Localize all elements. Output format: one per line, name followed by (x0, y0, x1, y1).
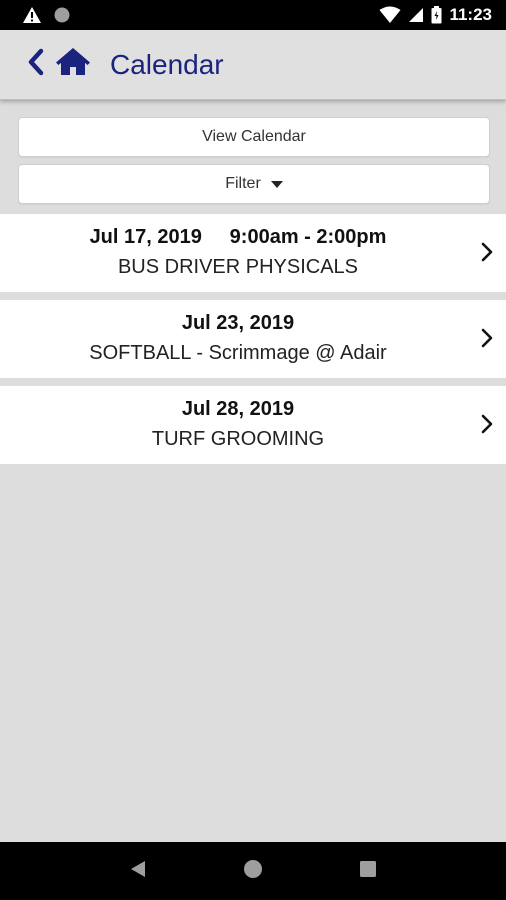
chevron-right-icon (480, 241, 494, 263)
event-title: TURF GROOMING (151, 428, 325, 450)
wifi-icon (379, 6, 401, 24)
filter-label: Filter (225, 175, 261, 192)
event-date-time: Jul 17, 2019 9:00am - 2:00pm (0, 226, 476, 249)
page-title: Calendar (110, 48, 224, 80)
chevron-right-icon (480, 327, 494, 349)
event-row[interactable]: Jul 23, 2019 SOFTBALL - Scrimmage @ Adai… (0, 300, 506, 378)
home-icon (56, 48, 90, 81)
status-time: 11:23 (449, 5, 492, 24)
home-button[interactable] (56, 48, 92, 82)
event-title: BUS DRIVER PHYSICALS (117, 256, 359, 278)
warning-icon (22, 6, 42, 24)
event-date: Jul 23, 2019 (181, 312, 295, 334)
status-left (22, 6, 70, 24)
event-row[interactable]: Jul 17, 2019 9:00am - 2:00pm BUS DRIVER … (0, 214, 506, 292)
cell-signal-icon (408, 7, 424, 23)
battery-icon (431, 6, 442, 24)
nav-recents-button[interactable] (353, 856, 383, 886)
event-date: Jul 28, 2019 (181, 398, 295, 420)
nav-recents-icon (359, 860, 377, 883)
event-title: SOFTBALL - Scrimmage @ Adair (89, 342, 387, 364)
nav-home-icon (243, 859, 263, 884)
filter-button[interactable]: Filter (18, 164, 490, 204)
chevron-right-icon (480, 413, 494, 435)
event-row[interactable]: Jul 28, 2019 TURF GROOMING (0, 386, 506, 464)
nav-home-button[interactable] (238, 856, 268, 886)
event-date: Jul 17, 2019 (89, 226, 202, 248)
event-time: 9:00am - 2:00pm (229, 226, 387, 248)
caret-down-icon (270, 180, 283, 188)
app-bar: Calendar (0, 30, 506, 100)
event-date-time: Jul 28, 2019 (0, 398, 476, 421)
record-icon (54, 7, 70, 23)
view-calendar-label: View Calendar (202, 128, 306, 145)
system-nav-bar (0, 842, 506, 900)
back-button[interactable] (26, 48, 48, 82)
nav-back-button[interactable] (123, 856, 153, 886)
event-date-time: Jul 23, 2019 (0, 312, 476, 335)
view-calendar-button[interactable]: View Calendar (18, 117, 490, 157)
nav-back-icon (129, 859, 147, 884)
status-right: 11:23 (379, 5, 492, 25)
back-chevron-icon (26, 48, 44, 81)
status-bar: 11:23 (0, 0, 506, 30)
